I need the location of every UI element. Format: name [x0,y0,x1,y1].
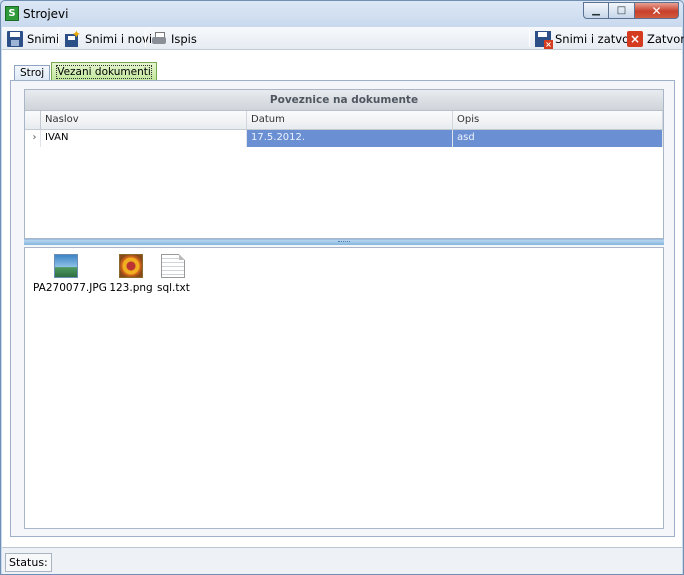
close-icon: × [627,30,643,47]
image-png-icon [119,254,143,278]
tab-label: Vezani dokumenti [56,65,152,79]
splitter-grip-icon [338,241,350,243]
splitter-handle[interactable] [24,239,664,245]
printer-icon [151,31,167,47]
file-name: 123.png [109,282,153,294]
column-header-datum[interactable]: Datum [247,111,453,129]
text-file-icon [161,254,185,278]
documents-grid[interactable]: Poveznice na dokumente Naslov Datum Opis… [24,89,664,239]
file-name: sql.txt [157,282,190,294]
toolbar-separator [145,30,146,47]
tab-label: Stroj [20,67,45,79]
print-button-label: Ispis [171,31,197,46]
file-item[interactable]: 123.png [109,254,153,294]
tab-area: Stroj Vezani dokumenti Poveznice na doku… [2,50,682,547]
tab-vezani-dokumenti[interactable]: Vezani dokumenti [51,62,157,81]
save-new-icon: ✦ [65,29,81,47]
tab-strip: Stroj Vezani dokumenti [14,61,158,81]
title-bar[interactable]: S Strojevi ▁ □ ✕ [1,1,683,27]
save-close-icon: × [535,30,553,49]
minimize-icon: ▁ [592,5,600,16]
image-jpg-icon [54,254,78,278]
toolbar-separator [529,30,530,47]
maximize-button[interactable]: □ [609,2,635,19]
status-label: Status: [5,553,52,572]
save-new-button[interactable]: ✦ Snimi i novi [65,29,152,48]
save-icon [7,30,23,47]
save-close-button[interactable]: × Snimi i zatvori [535,29,638,49]
window-title: Strojevi [23,7,69,21]
app-icon: S [5,6,19,21]
toolbar: Snimi ✦ Snimi i novi Ispis × Snimi i zat… [2,27,684,50]
grid-header: Naslov Datum Opis [25,111,663,130]
minimize-button[interactable]: ▁ [583,2,609,19]
application-window: S Strojevi ▁ □ ✕ Snimi ✦ Snimi i novi Is… [0,0,684,575]
file-list: PA270077.JPG 123.png sql.txt [24,247,664,529]
status-bar: Status: [2,547,682,574]
close-button[interactable]: × Zatvori [627,29,684,48]
close-window-button[interactable]: ✕ [635,2,679,19]
grid-caption: Poveznice na dokumente [25,90,663,111]
maximize-icon: □ [616,5,627,16]
current-row-arrow-icon: › [25,130,41,147]
save-button[interactable]: Snimi [7,29,59,48]
column-header-naslov[interactable]: Naslov [41,111,247,129]
save-new-button-label: Snimi i novi [85,31,153,46]
table-row[interactable]: › IVAN 17.5.2012. asd [25,130,663,147]
cell-datum[interactable]: 17.5.2012. [247,130,453,147]
window-controls: ▁ □ ✕ [583,2,679,19]
tab-panel: Poveznice na dokumente Naslov Datum Opis… [10,80,675,537]
close-icon: ✕ [651,3,662,18]
save-button-label: Snimi [27,31,60,46]
file-item[interactable]: sql.txt [157,254,190,294]
file-name: PA270077.JPG [33,282,107,294]
cell-naslov[interactable]: IVAN [41,130,247,147]
row-indicator-header [25,111,41,129]
cell-opis[interactable]: asd [453,130,663,147]
tab-stroj[interactable]: Stroj [14,65,51,81]
save-close-button-label: Snimi i zatvori [555,31,638,46]
close-button-label: Zatvori [647,31,684,46]
file-item[interactable]: PA270077.JPG [33,254,107,294]
toolbar-separator [58,30,59,47]
print-button[interactable]: Ispis [151,29,197,48]
column-header-opis[interactable]: Opis [453,111,663,129]
